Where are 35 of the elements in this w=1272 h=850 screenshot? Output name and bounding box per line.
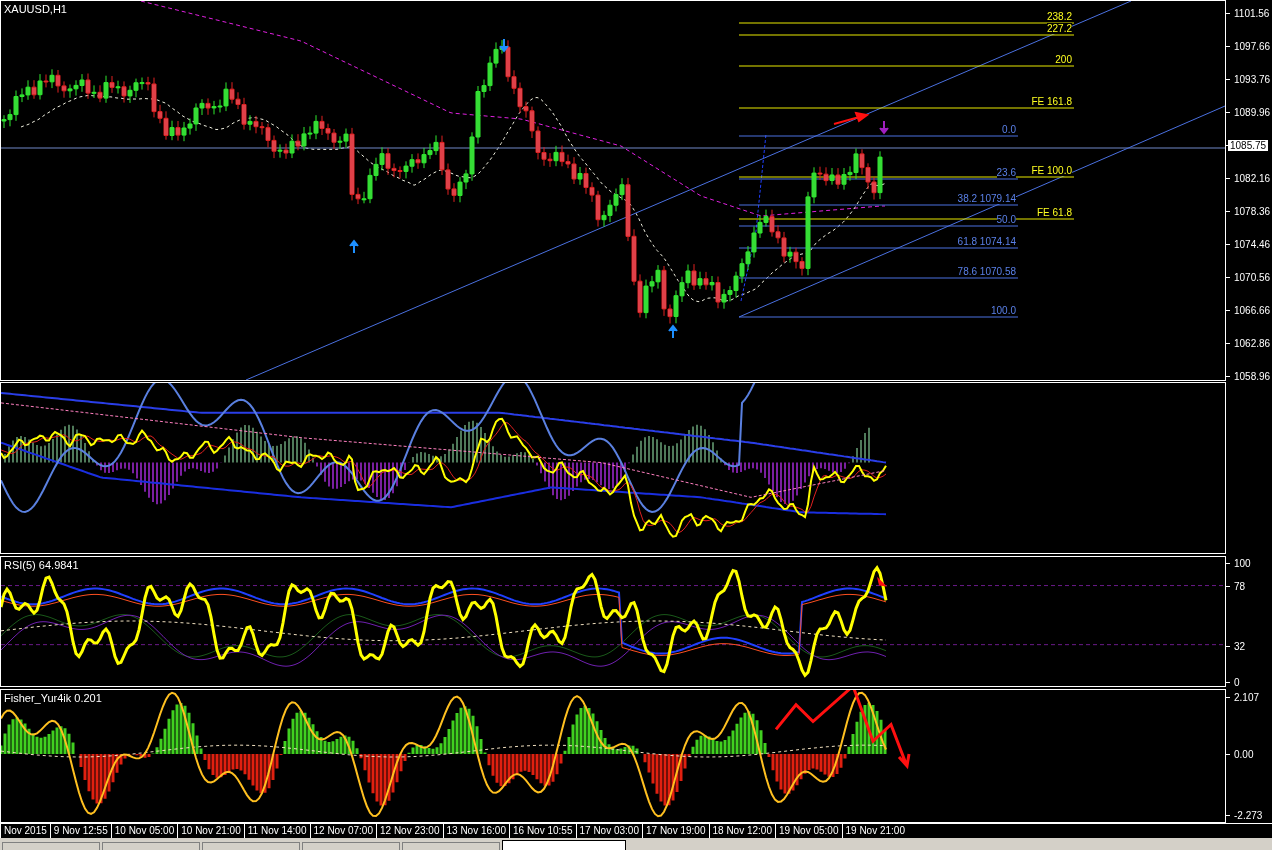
axis-label: -2.273: [1233, 810, 1264, 821]
axis-label: 1070.56: [1233, 272, 1272, 283]
symbol-label: XAUUSD,H1: [4, 3, 67, 15]
axis-label: 1078.36: [1233, 206, 1272, 217]
axis-label: 2.107: [1233, 692, 1261, 703]
fib-label: 50.0: [996, 214, 1016, 225]
axis-label: 1089.96: [1233, 107, 1272, 118]
fib-label: FE 61.8: [1036, 207, 1072, 218]
fib-label: FE 100.0: [1031, 165, 1072, 176]
axis-label: 1093.76: [1233, 74, 1272, 85]
fib-label: 38.2 1079.14: [957, 193, 1016, 204]
axis-label: 1101.56: [1233, 8, 1271, 19]
fib-label: 227.2: [1046, 23, 1072, 34]
axis-label: 1097.66: [1233, 41, 1272, 52]
axis-label: 0: [1233, 677, 1241, 688]
axis-label: 1066.66: [1233, 305, 1272, 316]
axis-label: 78: [1233, 581, 1247, 592]
fib-label: 238.2: [1046, 11, 1072, 22]
fib-label: 200: [1055, 54, 1072, 65]
fib-label: FE 161.8: [1031, 96, 1072, 107]
axis-label: 1058.96: [1233, 371, 1272, 382]
fib-label: 23.6: [996, 167, 1016, 178]
indicator-title: Fisher_Yur4ik 0.201: [4, 692, 102, 704]
indicator-title: RSI(5) 64.9841: [4, 559, 79, 571]
axis-label: 32: [1233, 641, 1247, 652]
axis-label: 0.00: [1233, 749, 1255, 760]
fib-label: 100.0: [990, 305, 1016, 316]
fib-label: 61.8 1074.14: [957, 236, 1016, 247]
fib-label: 0.0: [1002, 124, 1016, 135]
fib-label: 78.6 1070.58: [957, 266, 1016, 277]
axis-label: 1074.46: [1233, 239, 1272, 250]
axis-label: 1082.16: [1233, 173, 1272, 184]
axis-label: 100: [1233, 558, 1252, 569]
current-price-label: 1085.75: [1228, 140, 1269, 151]
axis-label: 1062.86: [1233, 338, 1272, 349]
